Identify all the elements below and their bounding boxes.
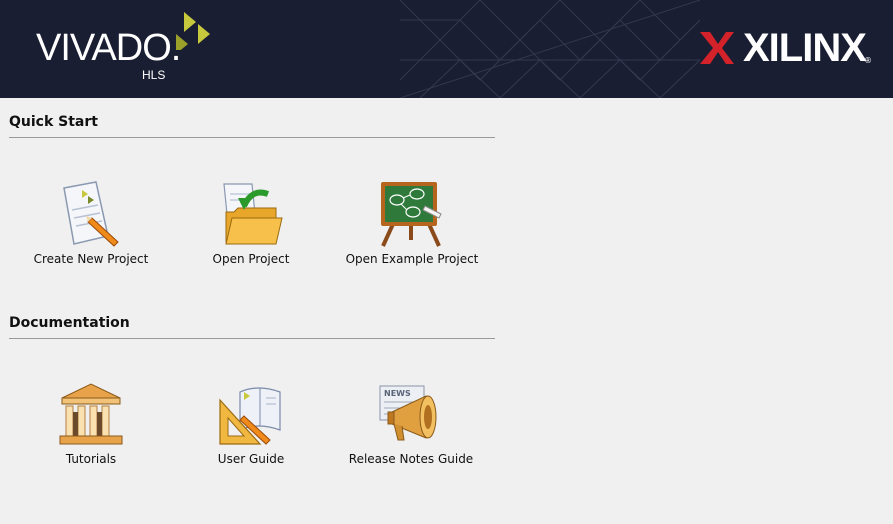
geometric-pattern-decoration [400,0,700,98]
tutorials-label: Tutorials [65,452,117,466]
registered-mark: ® [864,56,872,65]
svg-text:NEWS: NEWS [384,389,411,398]
create-new-project-label: Create New Project [33,252,149,266]
guide-book-icon [219,387,281,445]
open-project-label: Open Project [212,252,290,266]
header-banner: VIVADO. HLS XILINX ® [0,0,893,98]
user-guide-button[interactable]: User Guide [176,382,326,466]
xilinx-x-icon [700,32,734,64]
vivado-hls-label: HLS [142,68,166,82]
library-building-icon [59,383,123,445]
documentation-divider [9,338,495,339]
tutorials-button[interactable]: Tutorials [16,382,166,466]
release-notes-guide-label: Release Notes Guide [348,452,474,466]
quick-start-heading: Quick Start [9,114,98,130]
open-example-project-button[interactable]: Open Example Project [337,180,487,266]
documentation-heading: Documentation [9,315,130,331]
open-project-button[interactable]: Open Project [176,180,326,266]
open-folder-icon [223,183,283,245]
vivado-wordmark: VIVADO. [36,27,181,69]
open-example-project-label: Open Example Project [345,252,479,266]
user-guide-label: User Guide [217,452,285,466]
xilinx-wordmark: XILINX [743,26,867,70]
quick-start-divider [9,137,495,138]
create-new-project-button[interactable]: Create New Project [16,180,166,266]
news-megaphone-icon: NEWS [379,385,437,441]
create-project-icon [63,181,119,247]
release-notes-guide-button[interactable]: NEWS Release Notes Guide [336,382,486,466]
chalkboard-icon [381,182,442,247]
